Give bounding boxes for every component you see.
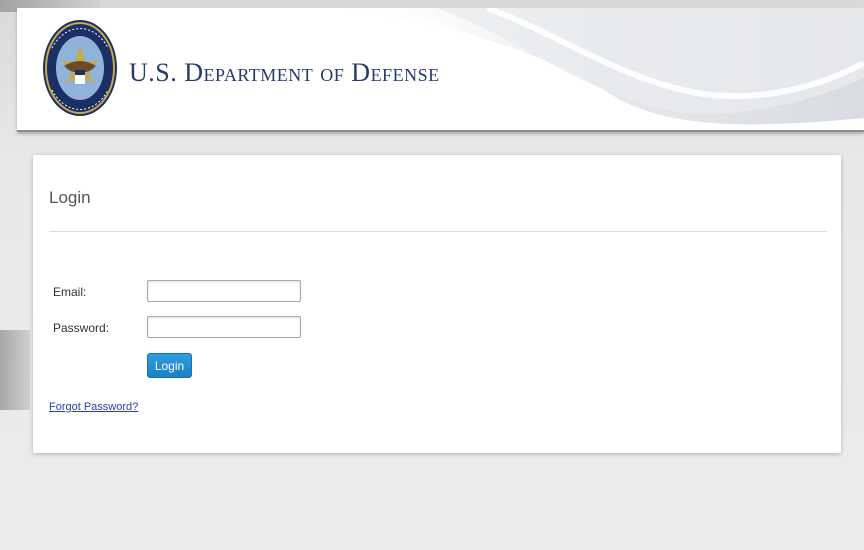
site-header: U.S. Department of Defense [17, 8, 864, 132]
agency-title: U.S. Department of Defense [129, 58, 440, 87]
dod-seal-icon [43, 20, 117, 116]
login-heading: Login [49, 188, 91, 207]
login-card: Login Email: Password: Login Forgot Pass… [33, 155, 841, 453]
heading-divider [49, 231, 827, 232]
login-button[interactable]: Login [147, 353, 192, 378]
email-label: Email: [53, 285, 87, 299]
forgot-password-link[interactable]: Forgot Password? [49, 401, 138, 413]
window-edge-left [0, 330, 30, 410]
email-field[interactable] [147, 280, 301, 302]
password-label: Password: [53, 321, 110, 335]
password-field[interactable] [147, 316, 301, 338]
